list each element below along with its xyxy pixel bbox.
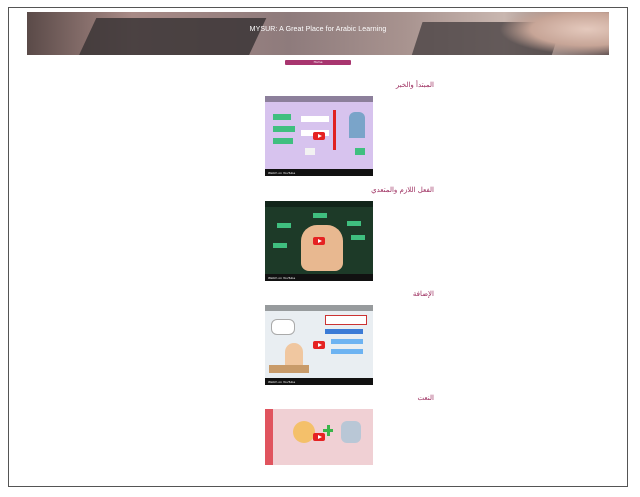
video-embed-4[interactable] [265,409,373,465]
desk [269,365,309,373]
section-heading-4: النعت [417,394,434,402]
child-face [293,421,315,443]
watch-on-youtube-link[interactable]: Watch on YouTube [268,276,295,280]
page-frame: MYSUR: A Great Place for Arabic Learning… [8,7,628,487]
side-stripe [265,409,273,465]
video-bottom-bar: Watch on YouTube [265,169,373,176]
video-embed-2[interactable]: Watch on YouTube [265,201,373,281]
header-banner: MYSUR: A Great Place for Arabic Learning [27,12,609,55]
label-box [347,221,361,226]
video-embed-1[interactable]: Watch on YouTube [265,96,373,176]
home-nav-button[interactable]: Home [285,60,351,65]
banner-hand-image [499,12,609,55]
watch-on-youtube-link[interactable]: Watch on YouTube [268,380,295,384]
label-box [273,243,287,248]
video-embed-3[interactable]: Watch on YouTube [265,305,373,385]
youtube-play-icon[interactable] [313,132,325,140]
plus-sign [326,425,330,436]
site-title: MYSUR: A Great Place for Arabic Learning [249,26,387,33]
youtube-play-icon[interactable] [313,433,325,441]
youtube-play-icon[interactable] [313,341,325,349]
section-heading-2: الفعل اللازم والمتعدي [371,186,434,194]
diagram-box [305,148,315,155]
video-topbar [265,305,373,311]
hands-illustration [341,421,361,443]
diagram-box [273,138,293,144]
diagram-box [301,116,329,122]
diagram-box [273,114,291,120]
video-topbar [265,96,373,102]
label-box [313,213,327,218]
section-heading-1: المبتدأ والخبر [395,81,434,89]
diagram-box [273,126,295,132]
banner-laptop-image [77,18,267,55]
youtube-play-icon[interactable] [313,237,325,245]
watch-on-youtube-link[interactable]: Watch on YouTube [268,171,295,175]
label-box [351,235,365,240]
speech-bubble [271,319,295,335]
video-bottom-bar: Watch on YouTube [265,378,373,385]
teacher-figure [349,112,365,138]
rule-box [331,349,363,354]
label-box [277,223,291,228]
video-topbar [265,201,373,207]
rule-box [325,329,363,334]
hand-illustration [301,225,343,271]
title-box [325,315,367,325]
rule-box [331,339,363,344]
video-bottom-bar: Watch on YouTube [265,274,373,281]
section-heading-3: الإضافة [412,290,434,298]
diagram-box [355,148,365,155]
diagram-line [333,110,336,150]
